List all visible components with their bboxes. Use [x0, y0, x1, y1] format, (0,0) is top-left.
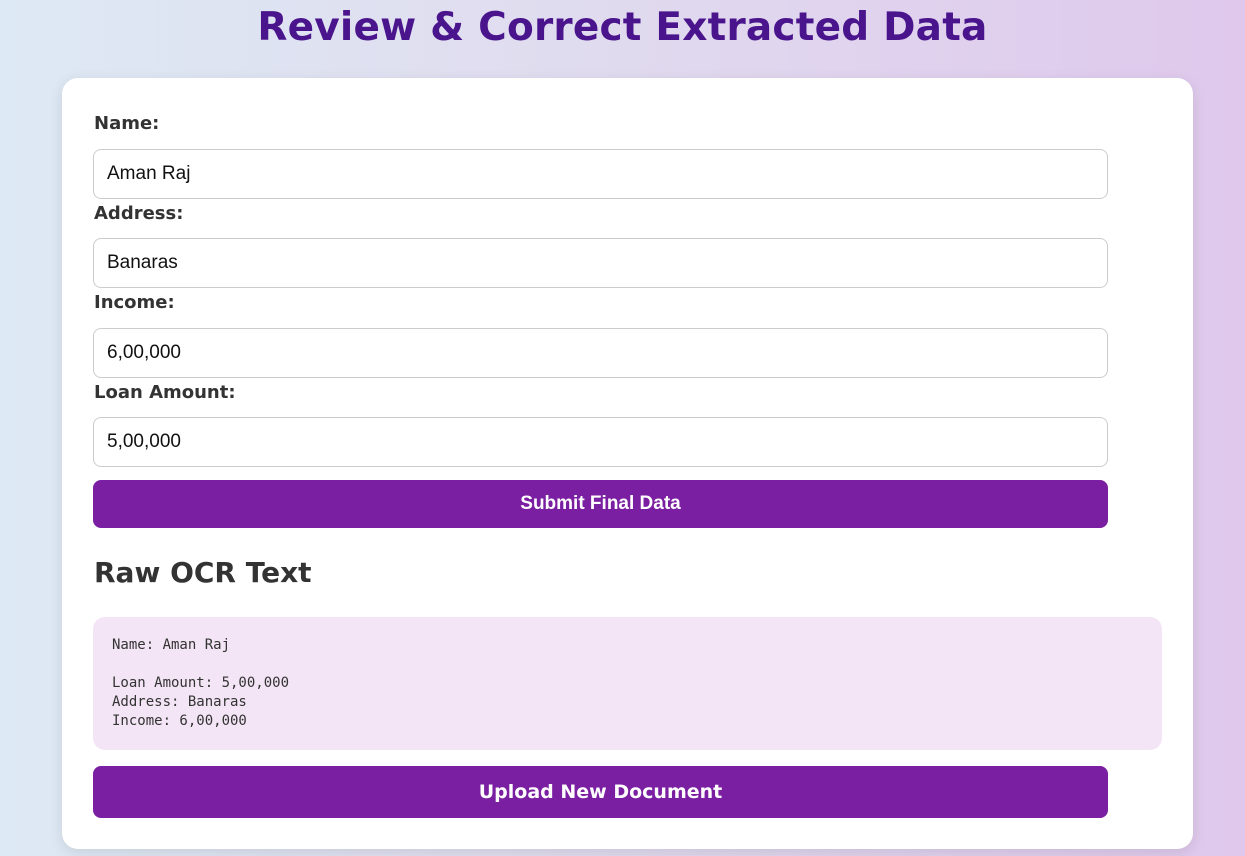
loan-amount-label: Loan Amount: — [94, 382, 236, 403]
raw-ocr-text: Name: Aman Raj Loan Amount: 5,00,000 Add… — [93, 617, 1162, 750]
loan-amount-input[interactable] — [93, 417, 1108, 467]
name-input[interactable] — [93, 149, 1108, 199]
address-input[interactable] — [93, 238, 1108, 288]
raw-ocr-heading: Raw OCR Text — [94, 556, 312, 589]
submit-final-data-button[interactable]: Submit Final Data — [93, 480, 1108, 528]
review-card: Name: Address: Income: Loan Amount: Subm… — [62, 78, 1193, 849]
income-input[interactable] — [93, 328, 1108, 378]
name-label: Name: — [94, 113, 160, 134]
page-title: Review & Correct Extracted Data — [257, 5, 988, 50]
upload-new-document-button[interactable]: Upload New Document — [93, 766, 1108, 818]
income-label: Income: — [94, 292, 175, 313]
address-label: Address: — [94, 203, 184, 224]
